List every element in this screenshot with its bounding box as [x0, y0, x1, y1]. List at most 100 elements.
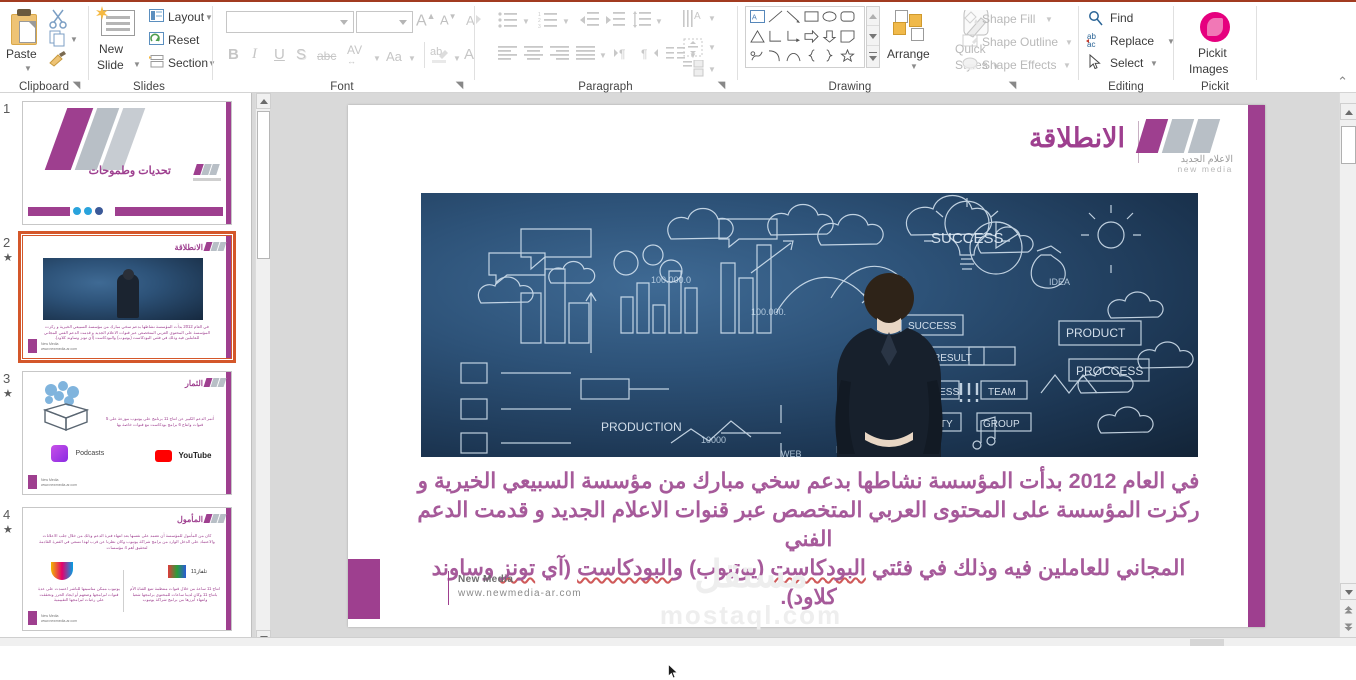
align-center-icon[interactable] — [524, 45, 544, 61]
bold-button[interactable]: B — [228, 46, 239, 63]
paste-button[interactable]: Paste ▼ — [4, 4, 48, 78]
character-spacing-button[interactable]: AV ↔ — [347, 44, 362, 67]
stage-scroll-up-button[interactable] — [1340, 103, 1356, 120]
section-label[interactable]: Section — [168, 56, 208, 70]
collapse-ribbon-button[interactable]: ⌃ — [1337, 74, 1348, 90]
elbow-arrow-connector-icon[interactable] — [786, 30, 801, 43]
text-direction-ltr-icon[interactable]: ¶ — [614, 45, 634, 61]
increase-indent-icon[interactable] — [606, 11, 626, 29]
shapes-gallery-scrollbar[interactable] — [866, 6, 880, 68]
select-label[interactable]: Select — [1110, 56, 1143, 70]
scissors-icon[interactable] — [47, 8, 69, 30]
align-left-icon[interactable] — [498, 45, 518, 61]
current-slide[interactable]: الانطلاقة الاعلام الجديد new media SUCCE… — [348, 105, 1265, 630]
new-slide-button[interactable]: New Slide ▼ — [89, 2, 149, 76]
text-highlight-icon[interactable]: ab — [430, 44, 450, 64]
star-shape-icon[interactable] — [840, 49, 855, 62]
thumbnail-row-1[interactable]: 1 تحديات وطموحات — [0, 101, 251, 231]
numbering-dropdown-arrow[interactable]: ▼ — [562, 17, 570, 26]
arrange-dropdown-arrow[interactable]: ▼ — [910, 62, 918, 71]
justify-icon[interactable] — [576, 45, 596, 61]
underline-button[interactable]: U — [274, 46, 285, 63]
chevron-down-icon[interactable] — [399, 20, 407, 25]
new-slide-dropdown-arrow[interactable]: ▼ — [133, 60, 141, 69]
shape-effects-dropdown-arrow[interactable]: ▼ — [1063, 61, 1071, 70]
arc-shape-icon[interactable] — [786, 49, 801, 62]
thumbnail-scroll-up-button[interactable] — [256, 93, 271, 109]
rectangle-shape-icon[interactable] — [804, 10, 819, 23]
italic-button[interactable]: I — [252, 46, 257, 63]
change-case-dropdown-arrow[interactable]: ▼ — [408, 54, 416, 63]
thumbnail-row-2[interactable]: 2 ★ الانطلاقة في العام 2012 بدأت المؤسسة… — [0, 231, 251, 365]
shape-effects-label[interactable]: Shape Effects — [982, 58, 1057, 72]
folded-corner-shape-icon[interactable] — [840, 30, 855, 43]
drawing-dialog-launcher[interactable]: ◥ — [1007, 80, 1018, 91]
clipboard-dialog-launcher[interactable]: ◥ — [71, 80, 82, 91]
find-label[interactable]: Find — [1110, 11, 1133, 25]
arrow-shape-icon[interactable] — [786, 10, 801, 23]
right-brace-shape-icon[interactable] — [822, 49, 837, 62]
slide-editing-stage[interactable]: الانطلاقة الاعلام الجديد new media SUCCE… — [271, 93, 1320, 679]
slide-stage-scrollbar[interactable] — [1339, 93, 1356, 646]
right-arrow-shape-icon[interactable] — [804, 30, 819, 43]
chevron-down-icon[interactable] — [340, 20, 348, 25]
replace-label[interactable]: Replace — [1110, 34, 1154, 48]
font-color-button[interactable]: A — [464, 46, 474, 63]
text-box-shape-icon[interactable]: A — [750, 10, 765, 23]
shapes-gallery[interactable]: A — [745, 6, 865, 68]
rounded-rectangle-shape-icon[interactable] — [840, 10, 855, 23]
slide-thumbnail-1[interactable]: تحديات وطموحات — [22, 101, 232, 225]
copy-icon[interactable] — [49, 30, 67, 48]
text-direction-dropdown-arrow[interactable]: ▼ — [708, 14, 716, 23]
line-spacing-icon[interactable] — [632, 11, 652, 29]
bullets-icon[interactable] — [498, 11, 518, 29]
thumbnail-scrollbar-thumb[interactable] — [257, 111, 270, 259]
oval-shape-icon[interactable] — [822, 10, 837, 23]
down-arrow-shape-icon[interactable] — [822, 30, 837, 43]
elbow-connector-icon[interactable] — [768, 30, 783, 43]
pickit-images-button[interactable]: Pickit Images — [1176, 4, 1254, 76]
thumbnail-panel-scrollbar[interactable] — [255, 93, 271, 646]
shrink-font-button[interactable]: A▼ — [440, 12, 462, 32]
left-brace-shape-icon[interactable] — [804, 49, 819, 62]
slide-thumbnail-panel[interactable]: 1 تحديات وطموحات 2 ★ الانطلاقة في العام … — [0, 93, 252, 646]
shape-fill-label[interactable]: Shape Fill — [982, 12, 1035, 26]
character-spacing-dropdown-arrow[interactable]: ▼ — [373, 54, 381, 63]
slide-thumbnail-4[interactable]: المأمول كان من المأمول للمؤسسة أن تعتمد … — [22, 507, 232, 631]
shape-outline-dropdown-arrow[interactable]: ▼ — [1065, 38, 1073, 47]
text-direction-rtl-icon[interactable]: ¶ — [640, 45, 660, 61]
font-name-combo[interactable] — [226, 11, 354, 33]
text-direction-icon[interactable]: A — [683, 9, 705, 29]
align-right-icon[interactable] — [550, 45, 570, 61]
strikethrough-button[interactable]: abc — [317, 49, 336, 63]
slide-title[interactable]: الانطلاقة — [1029, 123, 1125, 154]
align-text-dropdown-arrow[interactable]: ▼ — [708, 43, 716, 52]
previous-slide-button[interactable] — [1344, 605, 1353, 614]
scribble-shape-icon[interactable] — [750, 49, 765, 62]
thumbnail-row-3[interactable]: 3 ★ الثمار أثمر الدعم الكبير عن انتاج 11… — [0, 371, 251, 501]
numbering-icon[interactable]: 123 — [538, 11, 558, 29]
font-dialog-launcher[interactable]: ◥ — [454, 80, 465, 91]
font-size-combo[interactable] — [356, 11, 413, 33]
paragraph-dialog-launcher[interactable]: ◥ — [716, 80, 727, 91]
align-text-icon[interactable] — [683, 38, 705, 58]
convert-smartart-dropdown-arrow[interactable]: ▼ — [708, 65, 716, 74]
curve-shape-icon[interactable] — [768, 49, 783, 62]
shapes-scroll-up-button[interactable] — [867, 7, 879, 26]
thumbnail-row-4[interactable]: 4 ★ المأمول كان من المأمول للمؤسسة أن تع… — [0, 507, 251, 637]
copy-dropdown-arrow[interactable]: ▼ — [70, 35, 78, 44]
stage-scrollbar-thumb[interactable] — [1341, 126, 1356, 164]
decrease-indent-icon[interactable] — [580, 11, 600, 29]
arrange-button[interactable]: Arrange ▼ — [883, 6, 945, 74]
select-dropdown-arrow[interactable]: ▼ — [1150, 59, 1158, 68]
shape-fill-dropdown-arrow[interactable]: ▼ — [1045, 15, 1053, 24]
change-case-button[interactable]: Aa — [386, 49, 402, 64]
shape-outline-label[interactable]: Shape Outline — [982, 35, 1058, 49]
text-highlight-dropdown-arrow[interactable]: ▼ — [453, 54, 461, 63]
next-slide-button[interactable] — [1344, 623, 1353, 632]
reset-label[interactable]: Reset — [168, 33, 199, 47]
convert-to-smartart-icon[interactable] — [683, 60, 705, 78]
line-shape-icon[interactable] — [768, 10, 783, 23]
stage-scroll-down-button[interactable] — [1340, 583, 1356, 600]
shapes-gallery-more-button[interactable] — [867, 48, 879, 67]
